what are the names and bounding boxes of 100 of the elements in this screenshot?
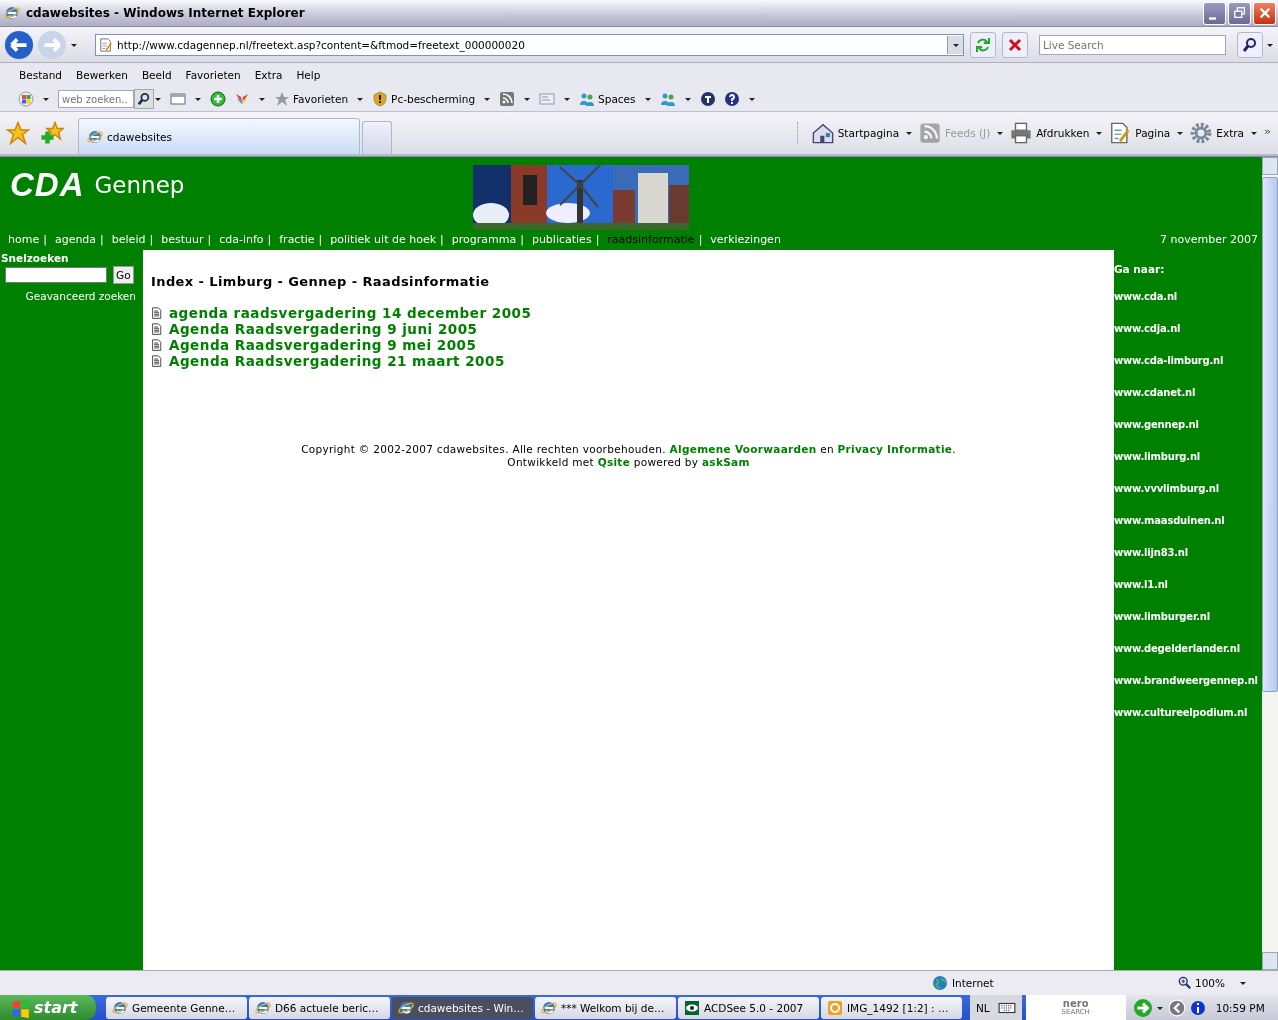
footer-link[interactable]: Privacy Informatie	[837, 443, 953, 455]
document-link[interactable]: Agenda Raadsvergadering 9 mei 2005	[169, 337, 477, 353]
nav-link[interactable]: home	[6, 232, 42, 246]
nav-link[interactable]: programma	[449, 232, 519, 246]
document-link[interactable]: Agenda Raadsvergadering 21 maart 2005	[169, 353, 505, 369]
search-field[interactable]: web zoeken..	[58, 90, 134, 108]
caret-icon[interactable]	[523, 95, 532, 103]
external-link[interactable]: www.l1.nl	[1114, 579, 1262, 611]
menu-item[interactable]: Extra	[247, 69, 290, 81]
taskbar-button[interactable]: IMG_1492 [1:2] : …	[821, 996, 962, 1019]
document-link[interactable]: agenda raadsvergadering 14 december 2005	[169, 305, 532, 321]
nav-link[interactable]: bestuur	[159, 232, 206, 246]
taskbar-button[interactable]: ACDSee 5.0 - 2007	[678, 996, 819, 1019]
caret-icon[interactable]	[1176, 129, 1185, 137]
caret-icon[interactable]	[194, 95, 202, 103]
caret-icon[interactable]	[356, 95, 365, 103]
caret-icon[interactable]	[683, 95, 692, 103]
footer-link[interactable]: Algemene Voorwaarden	[669, 443, 817, 455]
minimize-button[interactable]	[1203, 1, 1226, 25]
toolbar-button[interactable]: Pc-bescherming	[372, 91, 476, 107]
caret-icon[interactable]	[42, 95, 50, 103]
taskbar-button[interactable]: *** Welkom bij de…	[535, 996, 676, 1019]
caret-icon[interactable]	[1095, 129, 1104, 137]
external-link[interactable]: www.gennep.nl	[1114, 419, 1262, 451]
scrollbar[interactable]	[1262, 157, 1278, 970]
caret-icon[interactable]	[483, 95, 492, 103]
nav-link[interactable]: politiek uit de hoek	[328, 232, 439, 246]
footer-link[interactable]: askSam	[701, 456, 750, 468]
help-icon[interactable]	[723, 91, 740, 107]
taskbar-button[interactable]: Gemeente Genne…	[106, 996, 247, 1019]
nav-link[interactable]: raadsinformatie	[605, 232, 697, 246]
windows-logo-icon[interactable]	[18, 91, 34, 107]
chevron-icon[interactable]	[1167, 998, 1186, 1017]
toolbar-button[interactable]: Favorieten	[274, 91, 349, 107]
go-button[interactable]: Go	[113, 266, 134, 284]
nav-link[interactable]: fractie	[277, 232, 317, 246]
menu-item[interactable]: Help	[289, 69, 328, 81]
command-button[interactable]: Pagina	[1109, 122, 1171, 144]
menu-item[interactable]: Beeld	[134, 69, 179, 81]
nav-link[interactable]: agenda	[52, 232, 99, 246]
stop-button[interactable]	[1002, 31, 1028, 58]
refresh-button[interactable]	[970, 31, 996, 58]
zoom-button[interactable]: 100%	[1178, 976, 1226, 990]
caret-icon[interactable]	[905, 129, 914, 137]
search-field[interactable]	[5, 267, 107, 283]
close-button[interactable]	[1253, 1, 1276, 25]
search-button[interactable]	[134, 89, 154, 109]
toolbar-button[interactable]: Spaces	[579, 91, 636, 107]
menu-item[interactable]: Bewerken	[69, 69, 135, 81]
caret-icon[interactable]	[563, 95, 572, 103]
menu-item[interactable]: Favorieten	[178, 69, 248, 81]
external-link[interactable]: www.degelderlander.nl	[1114, 643, 1262, 675]
footer-link[interactable]: Qsite	[597, 456, 631, 468]
taskbar-button[interactable]: D66 actuele beric…	[249, 996, 390, 1019]
nav-link[interactable]: cda-info	[217, 232, 266, 246]
external-link[interactable]: www.cultureelpodium.nl	[1114, 707, 1262, 739]
caret-icon[interactable]	[1250, 129, 1258, 137]
plus-icon[interactable]	[210, 91, 226, 107]
external-link[interactable]: www.cda.nl	[1114, 291, 1262, 323]
feed-icon[interactable]	[499, 91, 516, 107]
scroll-thumb[interactable]	[1262, 177, 1278, 692]
address-field[interactable]: http://www.cdagennep.nl/freetext.asp?content=&ftmod=freetext_000000020	[95, 33, 965, 56]
menu-item[interactable]: Bestand	[12, 69, 69, 81]
caret-icon[interactable]	[996, 129, 1005, 137]
nav-link[interactable]: verkiezingen	[708, 232, 783, 246]
nav-link[interactable]: beleid	[109, 232, 148, 246]
external-link[interactable]: www.cdanet.nl	[1114, 387, 1262, 419]
external-link[interactable]: www.cdja.nl	[1114, 323, 1262, 355]
command-button[interactable]: Afdrukken	[1010, 122, 1090, 144]
search-field[interactable]: Live Search	[1038, 34, 1227, 55]
external-link[interactable]: www.limburg.nl	[1114, 451, 1262, 483]
document-link[interactable]: Agenda Raadsvergadering 9 juni 2005	[169, 321, 478, 337]
caret-icon[interactable]	[258, 95, 266, 103]
external-link[interactable]: www.lijn83.nl	[1114, 547, 1262, 579]
people-icon[interactable]	[659, 91, 676, 107]
caret-icon[interactable]	[747, 95, 756, 103]
dropdown-button[interactable]	[947, 35, 964, 54]
start-button[interactable]: start	[0, 995, 96, 1020]
taskbar-button[interactable]: cdawebsites - Win…	[392, 996, 533, 1019]
command-button[interactable]: Extra	[1190, 122, 1244, 144]
browser-tab[interactable]: cdawebsites	[78, 118, 360, 154]
external-link[interactable]: www.cda-limburg.nl	[1114, 355, 1262, 387]
butterfly-icon[interactable]	[234, 91, 250, 107]
caret-icon[interactable]	[1239, 979, 1248, 987]
external-link[interactable]: www.vvvlimburg.nl	[1114, 483, 1262, 515]
command-button[interactable]: Startpagina	[811, 122, 900, 144]
advanced-search-link[interactable]: Geavanceerd zoeken	[25, 290, 143, 302]
external-link[interactable]: www.maasduinen.nl	[1114, 515, 1262, 547]
external-link[interactable]: www.limburger.nl	[1114, 611, 1262, 643]
info-icon[interactable]	[1189, 999, 1206, 1016]
caret-icon[interactable]	[154, 95, 162, 103]
external-link[interactable]: www.brandweergennep.nl	[1114, 675, 1262, 707]
search-button[interactable]	[1237, 31, 1263, 58]
back-icon[interactable]	[4, 29, 34, 60]
language-indicator[interactable]: NL	[976, 1001, 990, 1014]
restore-button[interactable]	[1228, 1, 1251, 25]
caret-icon[interactable]	[643, 95, 652, 103]
nav-link[interactable]: publicaties	[529, 232, 594, 246]
star-icon[interactable]	[6, 121, 30, 145]
add-favorite-icon[interactable]	[40, 121, 64, 145]
